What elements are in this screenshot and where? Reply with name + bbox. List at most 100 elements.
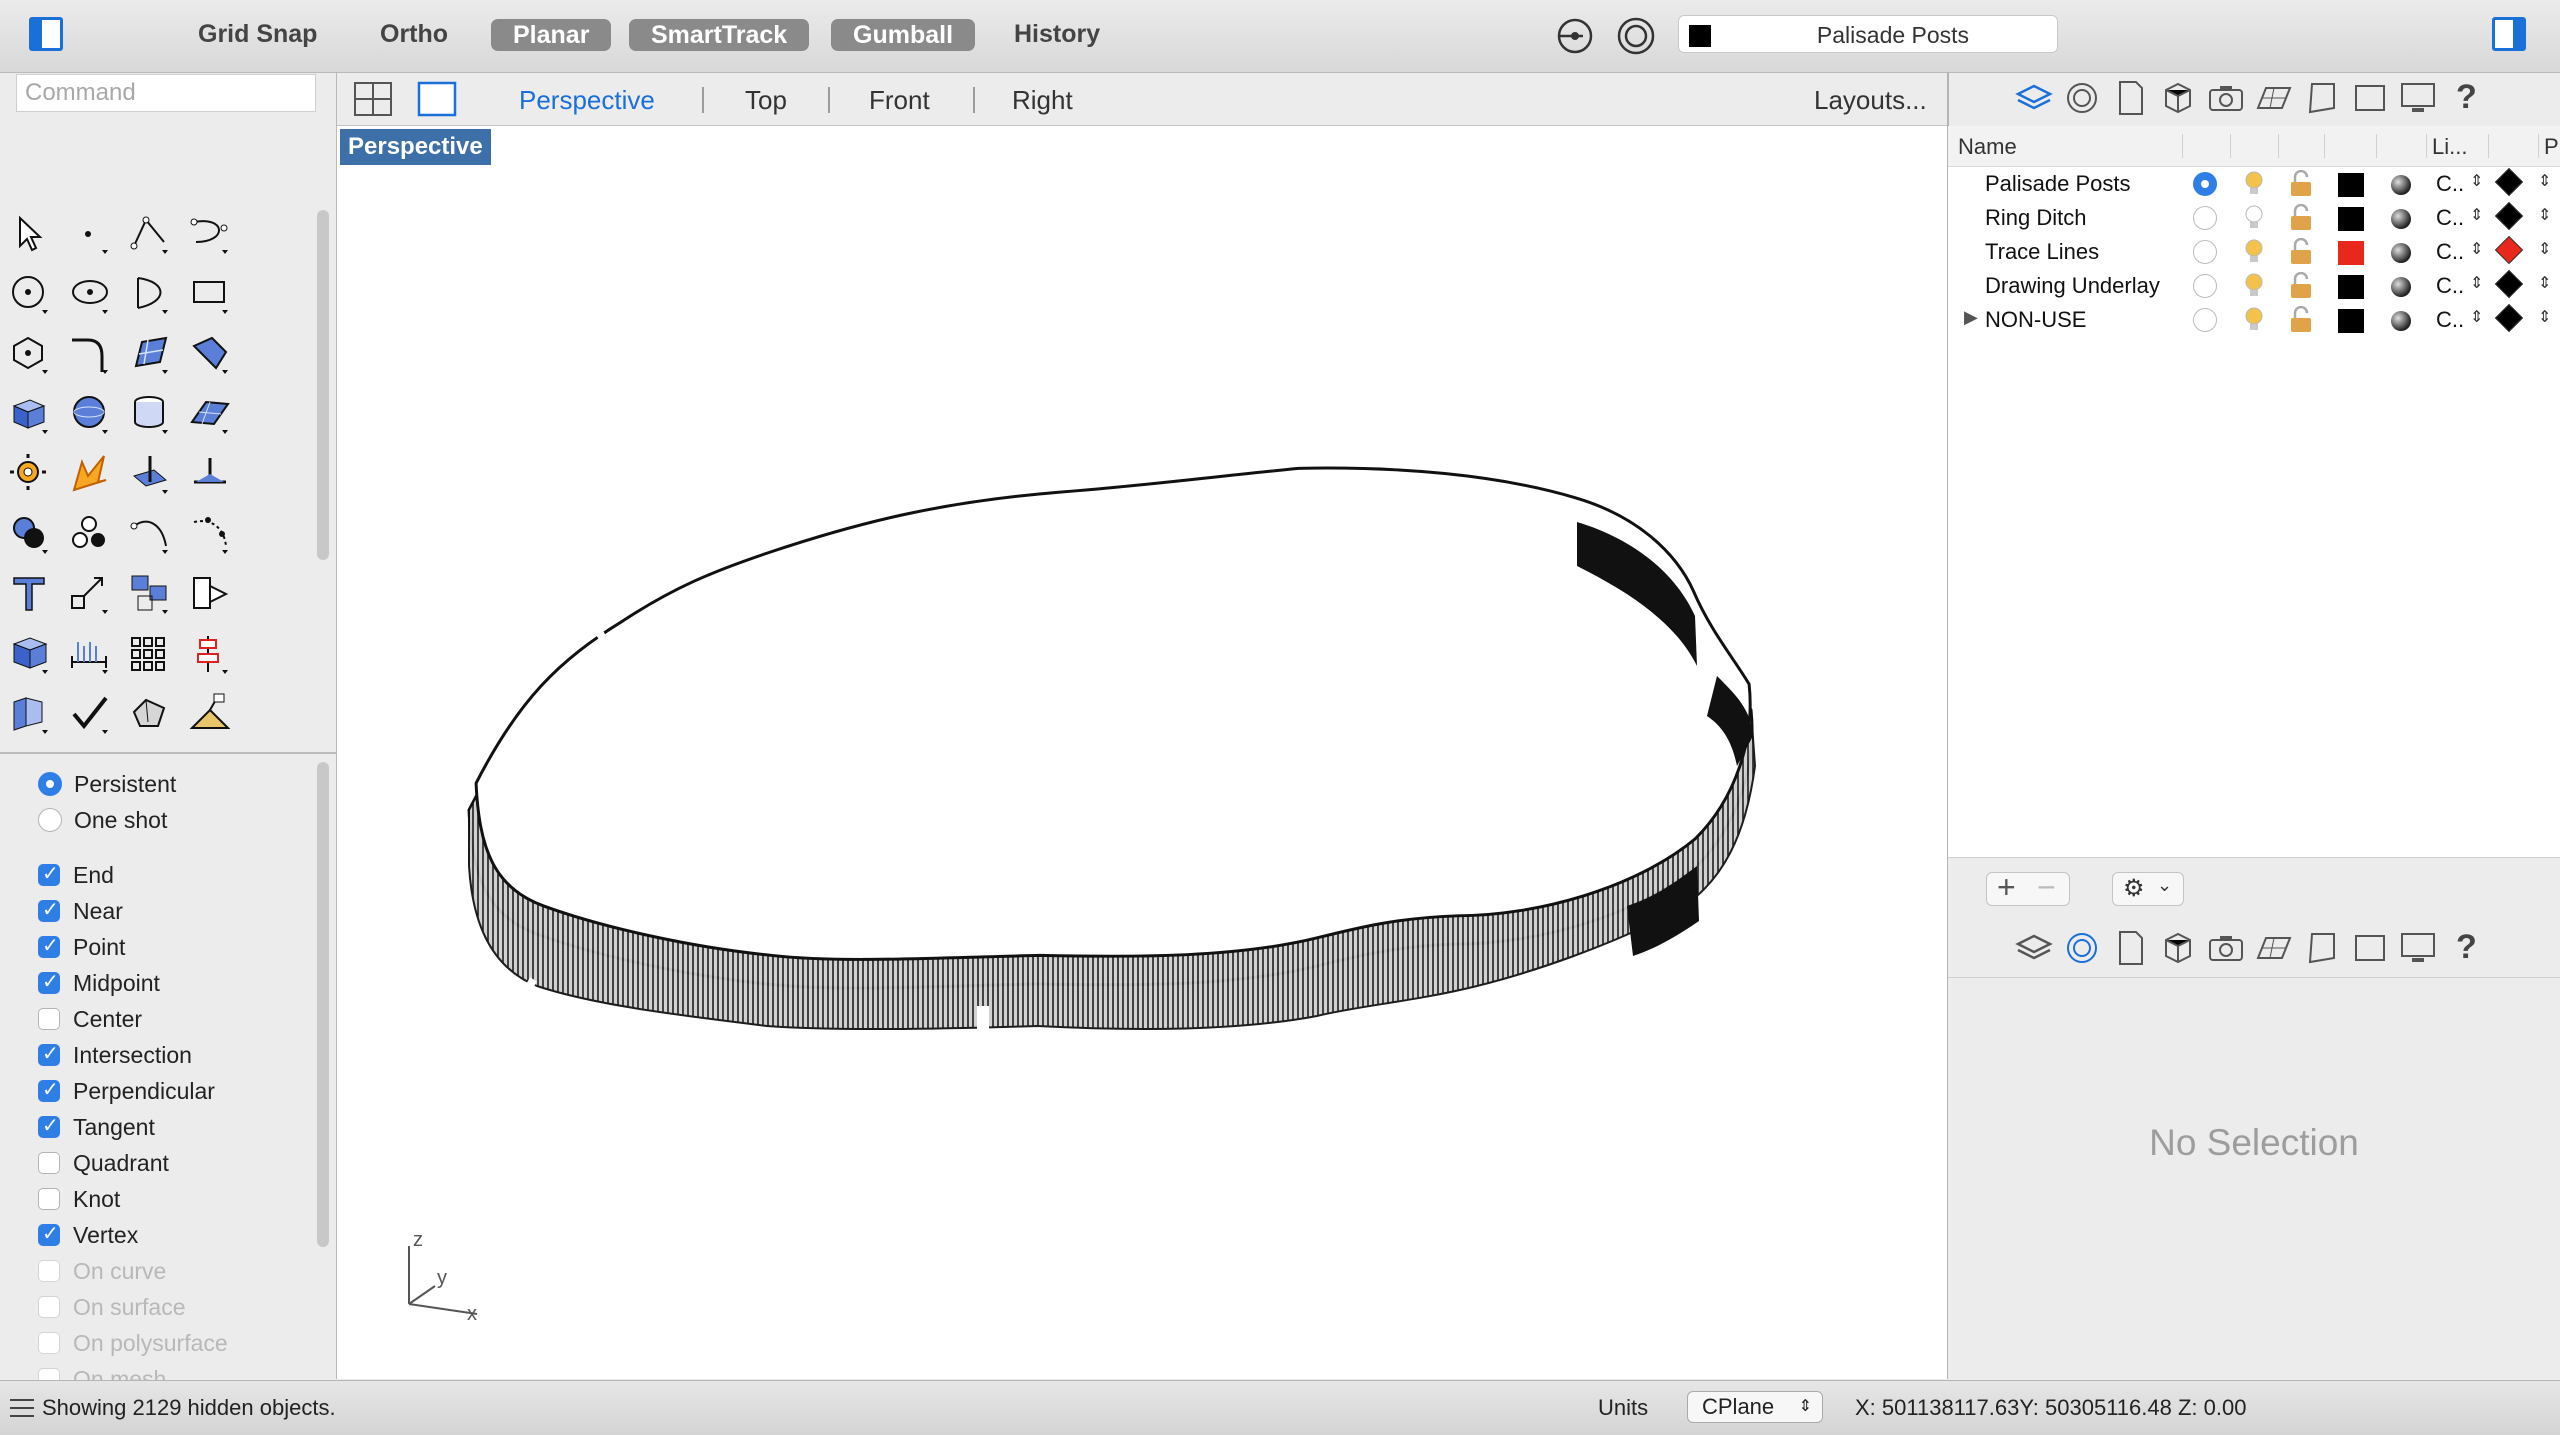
check-tool-icon[interactable] <box>64 688 116 740</box>
layers-icon[interactable] <box>2014 78 2054 118</box>
viewport-title-label[interactable]: Perspective <box>340 129 491 165</box>
tab-perspective[interactable]: Perspective <box>519 85 655 116</box>
camera-icon[interactable] <box>2206 78 2246 118</box>
osnap-item[interactable]: Midpoint <box>38 968 160 998</box>
layer-name[interactable]: NON-USE <box>1985 307 2086 333</box>
layer-linetype[interactable]: C.. <box>2436 307 2464 333</box>
block-tool-icon[interactable] <box>4 628 56 680</box>
layer-linetype[interactable]: C.. <box>2436 205 2464 231</box>
properties-icon[interactable] <box>2062 78 2102 118</box>
palisade-ring-model[interactable]: z y x <box>337 126 1947 1379</box>
materials-icon[interactable] <box>2158 78 2198 118</box>
ellipse-tool-icon[interactable] <box>64 268 116 320</box>
osnap-item[interactable]: Perpendicular <box>38 1076 215 1106</box>
history-toggle[interactable]: History <box>1014 20 1100 49</box>
print-column-header[interactable]: P <box>2544 134 2559 160</box>
grid-plane-icon[interactable] <box>2254 78 2294 118</box>
layer-row[interactable]: Drawing Underlay C.. ⇕ ⇕ <box>1948 269 2560 303</box>
toggle-right-sidebar-icon[interactable] <box>2492 17 2526 51</box>
layers-icon[interactable] <box>2014 928 2054 968</box>
print-color-diamond[interactable] <box>2494 303 2524 333</box>
layer-row[interactable]: Palisade Posts C.. ⇕ ⇕ <box>1948 167 2560 201</box>
help-icon[interactable]: ? <box>2456 78 2477 117</box>
camera-icon[interactable] <box>2206 928 2246 968</box>
polyline-tool-icon[interactable] <box>124 208 176 260</box>
linetype-column-header[interactable]: Li... <box>2432 134 2467 160</box>
analyze-tool-icon[interactable] <box>4 448 56 500</box>
osnap-oneshot-option[interactable]: One shot <box>38 805 167 835</box>
layer-linetype[interactable]: C.. <box>2436 273 2464 299</box>
current-layer-radio[interactable] <box>2193 172 2217 196</box>
notes-icon[interactable] <box>2110 78 2150 118</box>
extrude-tool-icon[interactable] <box>4 688 56 740</box>
layer-options-menu[interactable]: ⚙ ⌄ <box>2112 872 2184 906</box>
command-input[interactable] <box>16 74 316 112</box>
gumball-toggle[interactable]: Gumball <box>831 19 976 51</box>
osnap-toggle-icon[interactable] <box>1616 16 1656 56</box>
osnap-checkbox[interactable] <box>38 1188 60 1210</box>
display-icon[interactable] <box>2350 928 2390 968</box>
print-color-diamond[interactable] <box>2494 269 2524 299</box>
layer-color-swatch[interactable] <box>2338 309 2364 333</box>
lock-icon[interactable] <box>2288 238 2314 266</box>
layer-material-icon[interactable] <box>2391 311 2411 331</box>
osnap-checkbox[interactable] <box>38 1152 60 1174</box>
loft-tool-icon[interactable] <box>184 328 236 380</box>
layer-row[interactable]: Ring Ditch C.. ⇕ ⇕ <box>1948 201 2560 235</box>
oneshot-radio[interactable] <box>38 808 62 832</box>
curve-edit-icon[interactable] <box>184 508 236 560</box>
toggle-left-sidebar-icon[interactable] <box>29 17 63 51</box>
osnap-checkbox[interactable] <box>38 1041 60 1066</box>
single-viewport-icon[interactable] <box>417 81 457 117</box>
units-label[interactable]: Units <box>1598 1395 1648 1421</box>
planar-toggle[interactable]: Planar <box>491 19 612 51</box>
tool-palette-scrollbar[interactable] <box>317 210 329 560</box>
osnap-checkbox[interactable] <box>38 969 60 994</box>
osnap-item[interactable]: Point <box>38 932 125 962</box>
lightbulb-icon[interactable] <box>2242 170 2266 198</box>
text-tool-icon[interactable] <box>4 568 56 620</box>
current-layer-selector[interactable]: Palisade Posts <box>1678 15 2058 53</box>
lock-icon[interactable] <box>2288 170 2314 198</box>
remove-layer-button[interactable]: − <box>2037 869 2056 906</box>
layout-icon[interactable] <box>2302 78 2342 118</box>
layer-linetype[interactable]: C.. <box>2436 171 2464 197</box>
lightbulb-icon[interactable] <box>2242 238 2266 266</box>
layer-row[interactable]: Trace Lines C.. ⇕ ⇕ <box>1948 235 2560 269</box>
light-tool-icon[interactable] <box>184 688 236 740</box>
layer-color-swatch[interactable] <box>2338 173 2364 197</box>
lock-icon[interactable] <box>2288 306 2314 334</box>
materials-icon[interactable] <box>2158 928 2198 968</box>
lock-icon[interactable] <box>2288 272 2314 300</box>
monitor-icon[interactable] <box>2398 928 2438 968</box>
align-tool-icon[interactable] <box>184 628 236 680</box>
grid-snap-toggle[interactable]: Grid Snap <box>198 20 317 49</box>
cplane-select[interactable]: CPlane ⇕ <box>1687 1391 1823 1423</box>
osnap-item[interactable]: Quadrant <box>38 1148 169 1178</box>
layer-row[interactable]: ▶ NON-USE C.. ⇕ ⇕ <box>1948 303 2560 337</box>
array-tool-icon[interactable] <box>124 568 176 620</box>
osnap-checkbox[interactable] <box>38 1077 60 1102</box>
layer-color-swatch[interactable] <box>2338 275 2364 299</box>
surface-tool-icon[interactable] <box>124 328 176 380</box>
layer-color-swatch[interactable] <box>2338 241 2364 265</box>
dimension-tool-icon[interactable] <box>64 628 116 680</box>
split-tool-icon[interactable] <box>124 448 176 500</box>
layer-name[interactable]: Ring Ditch <box>1985 205 2086 231</box>
osnap-checkbox[interactable] <box>38 1113 60 1138</box>
osnap-checkbox[interactable] <box>38 1221 60 1246</box>
current-layer-radio[interactable] <box>2193 274 2217 298</box>
osnap-checkbox[interactable] <box>38 861 60 886</box>
boolean-tool-icon[interactable] <box>4 508 56 560</box>
ortho-toggle[interactable]: Ortho <box>380 20 448 49</box>
osnap-item[interactable]: Vertex <box>38 1220 138 1250</box>
menu-lines-icon[interactable] <box>8 1397 36 1419</box>
display-icon[interactable] <box>2350 78 2390 118</box>
transform-tool-icon[interactable] <box>184 568 236 620</box>
current-layer-radio[interactable] <box>2193 308 2217 332</box>
fillet-tool-icon[interactable] <box>64 328 116 380</box>
layer-material-icon[interactable] <box>2391 209 2411 229</box>
osnap-item[interactable]: Near <box>38 896 123 926</box>
print-color-diamond[interactable] <box>2494 201 2524 231</box>
osnap-scrollbar[interactable] <box>317 762 329 1247</box>
